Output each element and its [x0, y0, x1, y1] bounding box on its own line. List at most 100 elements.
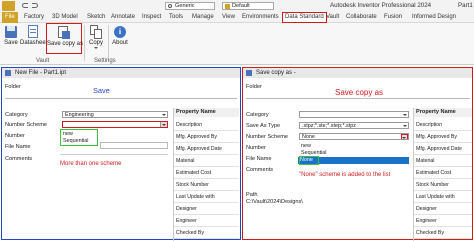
group-label-settings: Settings: [94, 58, 116, 64]
tab-factory[interactable]: Factory: [24, 13, 44, 22]
property-row[interactable]: Stock Number: [174, 179, 239, 191]
option-new[interactable]: new: [300, 143, 311, 150]
save-annotation: Save: [93, 86, 110, 95]
property-row[interactable]: Stock Number: [414, 179, 472, 191]
category-label: Category: [5, 112, 28, 118]
category-label: Category: [246, 112, 269, 118]
save-as-type-dropdown[interactable]: .stpz;*.ste;*.step;*.stpz: [299, 122, 409, 129]
property-row[interactable]: Estimated Cost: [174, 167, 239, 179]
property-row[interactable]: Designer: [174, 203, 239, 215]
property-row[interactable]: Mfg. Approved By: [414, 131, 472, 143]
dialog-app-icon: [5, 70, 11, 76]
tab-sketch[interactable]: Sketch: [87, 13, 105, 22]
chevron-down-icon: [162, 124, 166, 126]
title-bar: Generic Default Autodesk Inventor Profes…: [0, 0, 474, 12]
property-row[interactable]: Description: [414, 119, 472, 131]
app-menu-button[interactable]: [2, 1, 15, 11]
property-row[interactable]: Engineer: [174, 215, 239, 227]
tab-file[interactable]: File: [2, 12, 18, 23]
option-new[interactable]: new: [62, 131, 73, 138]
tab-inspect[interactable]: Inspect: [142, 13, 161, 22]
option-highlight-box: [299, 156, 319, 165]
copy-button[interactable]: Copy: [85, 25, 107, 50]
save-button[interactable]: Save: [0, 25, 22, 46]
category-value: Engineering: [65, 112, 94, 118]
scheme-note: "None" scheme is added to the list: [299, 172, 391, 178]
number-field[interactable]: [100, 142, 168, 149]
save-copy-icon: [57, 26, 71, 40]
tab-3d-model[interactable]: 3D Model: [52, 13, 78, 22]
property-row[interactable]: Engineer: [414, 215, 472, 227]
undo-icon[interactable]: [22, 3, 28, 8]
property-row[interactable]: Material: [174, 155, 239, 167]
datasheet-button[interactable]: Datasheet: [20, 25, 47, 46]
property-row[interactable]: Estimated Cost: [414, 167, 472, 179]
scheme-note: More than one scheme: [60, 161, 122, 167]
tab-vault[interactable]: Vault: [326, 13, 339, 22]
chevron-down-icon[interactable]: [94, 47, 98, 49]
number-scheme-dropdown[interactable]: None: [299, 133, 409, 140]
comments-label: Comments: [246, 167, 274, 173]
dialog-title: New File - Part1.ipt: [15, 70, 67, 76]
save-copy-as-label: Save copy as: [47, 41, 84, 47]
property-header: Property Name: [414, 108, 472, 117]
file-name-label: File Name: [5, 144, 31, 150]
save-copy-as-button[interactable]: Save copy as: [46, 23, 84, 54]
tab-collaborate[interactable]: Collaborate: [346, 13, 377, 22]
save-icon: [4, 25, 18, 39]
number-scheme-dropdown[interactable]: [62, 121, 168, 128]
search-value: Generic: [175, 3, 195, 9]
search-dropdown[interactable]: Generic: [165, 2, 215, 10]
property-header: Property Name: [174, 108, 239, 117]
scheme-dropdown-button[interactable]: [160, 122, 167, 127]
tab-manage[interactable]: Manage: [192, 13, 214, 22]
property-row[interactable]: Designer: [414, 203, 472, 215]
project-value: Default: [232, 3, 250, 9]
property-row[interactable]: Mfg. Approved Date: [414, 143, 472, 155]
property-row[interactable]: Material: [414, 155, 472, 167]
tab-tools[interactable]: Tools: [169, 13, 183, 22]
property-row[interactable]: Checked By: [414, 227, 472, 239]
comments-label: Comments: [5, 156, 33, 162]
path-label: Path: [246, 192, 258, 198]
property-row[interactable]: Description: [174, 119, 239, 131]
project-dropdown[interactable]: Default: [222, 2, 274, 10]
chevron-down-icon: [403, 125, 407, 127]
tab-view[interactable]: View: [222, 13, 235, 22]
property-row[interactable]: Last Update with: [174, 191, 239, 203]
property-row[interactable]: Last Update with: [414, 191, 472, 203]
scheme-dropdown-button[interactable]: [401, 134, 408, 139]
property-row[interactable]: Mfg. Approved Date: [174, 143, 239, 155]
save-copy-as-dialog: Save copy as - Folder Save copy as Categ…: [242, 67, 473, 241]
number-label: Number: [5, 133, 25, 139]
tab-fusion[interactable]: Fusion: [384, 13, 402, 22]
option-sequential[interactable]: Sequential: [62, 138, 88, 145]
folder-field[interactable]: [5, 92, 237, 99]
app-title: Autodesk Inventor Professional 2024: [330, 2, 432, 9]
tab-annotate[interactable]: Annotate: [111, 13, 135, 22]
ribbon-tabs: File Factory 3D Model Sketch Annotate In…: [0, 12, 474, 23]
tab-data-standard[interactable]: Data Standard: [282, 12, 327, 23]
category-dropdown[interactable]: Engineering: [62, 111, 168, 118]
property-list: Property Name Description Mfg. Approved …: [173, 108, 239, 241]
property-list: Property Name Description Mfg. Approved …: [413, 108, 472, 241]
number-label: Number: [246, 145, 266, 151]
save-copy-annotation: Save copy as: [335, 88, 384, 97]
tab-environments[interactable]: Environments: [242, 13, 279, 22]
about-label: About: [112, 40, 128, 46]
comments-field[interactable]: [60, 154, 168, 155]
chevron-down-icon: [403, 114, 407, 116]
dialog-title: Save copy as -: [256, 70, 296, 76]
save-as-type-label: Save As Type: [246, 123, 281, 129]
property-row[interactable]: Mfg. Approved By: [174, 131, 239, 143]
redo-icon[interactable]: [32, 3, 38, 8]
category-dropdown[interactable]: [299, 111, 409, 118]
path-value: C:\Vault\2024\Designs\: [246, 199, 303, 205]
save-label: Save: [4, 40, 18, 46]
number-scheme-label: Number Scheme: [5, 122, 47, 128]
new-file-dialog: New File - Part1.ipt Folder Save Categor…: [1, 67, 241, 241]
about-button[interactable]: i About: [109, 25, 131, 46]
tab-informed-design[interactable]: Informed Design: [412, 13, 456, 22]
copy-label: Copy: [88, 40, 103, 46]
property-row[interactable]: Checked By: [174, 227, 239, 239]
